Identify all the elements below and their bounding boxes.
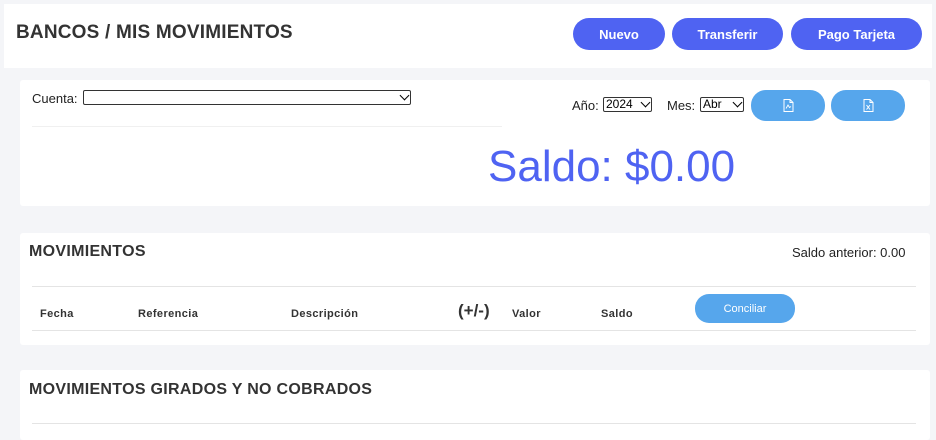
column-header-referencia: Referencia (138, 308, 199, 320)
anio-label: Año: (572, 98, 599, 113)
column-header-valor: Valor (512, 308, 541, 320)
chevron-down-icon (399, 90, 410, 101)
anio-select-value: 2024 (606, 97, 633, 111)
pago-tarjeta-button[interactable]: Pago Tarjeta (791, 18, 922, 50)
girados-title: MOVIMIENTOS GIRADOS Y NO COBRADOS (29, 381, 373, 398)
cuenta-label: Cuenta: (32, 91, 78, 106)
chevron-down-icon (640, 97, 651, 108)
chevron-down-icon (732, 97, 743, 108)
mes-select-value: Abr (703, 97, 722, 111)
column-header-descripcion: Descripción (291, 308, 359, 320)
divider (32, 126, 502, 127)
saldo-anterior: Saldo anterior: 0.00 (792, 245, 906, 260)
transferir-button[interactable]: Transferir (672, 18, 783, 50)
conciliar-button[interactable]: Conciliar (695, 294, 795, 323)
mes-select[interactable]: Abr (700, 97, 744, 112)
saldo-display: Saldo: $0.00 (488, 142, 736, 191)
table-top-divider (32, 286, 916, 287)
mes-label: Mes: (667, 98, 696, 113)
column-header-signo: (+/-) (458, 301, 490, 320)
export-pdf-button[interactable] (751, 90, 825, 121)
page-title: BANCOS / MIS MOVIMIENTOS (16, 22, 293, 43)
table-header-divider (32, 330, 916, 331)
column-header-fecha: Fecha (40, 308, 74, 320)
nuevo-button[interactable]: Nuevo (573, 18, 665, 50)
movimientos-title: MOVIMIENTOS (29, 243, 146, 260)
export-excel-button[interactable] (831, 90, 905, 121)
pdf-file-icon (783, 99, 793, 112)
column-header-saldo: Saldo (601, 308, 633, 320)
excel-file-icon (863, 99, 873, 112)
girados-divider (32, 423, 916, 424)
anio-select[interactable]: 2024 (603, 97, 652, 112)
cuenta-select[interactable] (83, 90, 411, 105)
